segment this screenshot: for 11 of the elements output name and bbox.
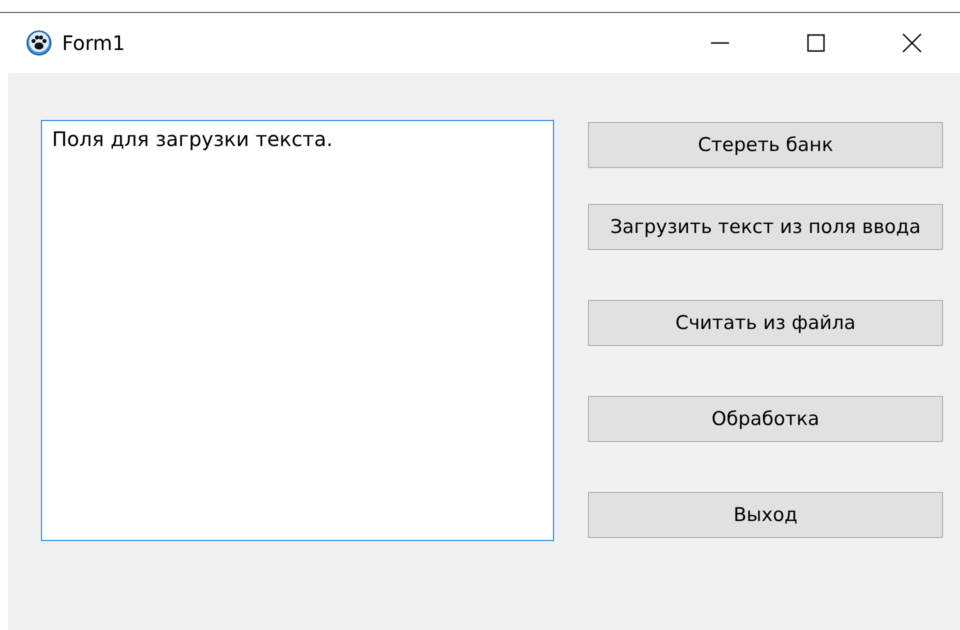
text-field[interactable]: Поля для загрузки текста.	[41, 120, 554, 541]
paw-icon	[26, 30, 52, 56]
maximize-icon	[807, 34, 825, 52]
window-title: Form1	[62, 31, 126, 55]
action-button[interactable]: Выход	[588, 492, 943, 538]
action-button[interactable]: Стереть банк	[588, 122, 943, 168]
action-button[interactable]: Считать из файла	[588, 300, 943, 346]
minimize-icon	[711, 42, 729, 44]
action-button[interactable]: Обработка	[588, 396, 943, 442]
close-icon	[902, 33, 922, 53]
action-button[interactable]: Загрузить текст из поля ввода	[588, 204, 943, 250]
